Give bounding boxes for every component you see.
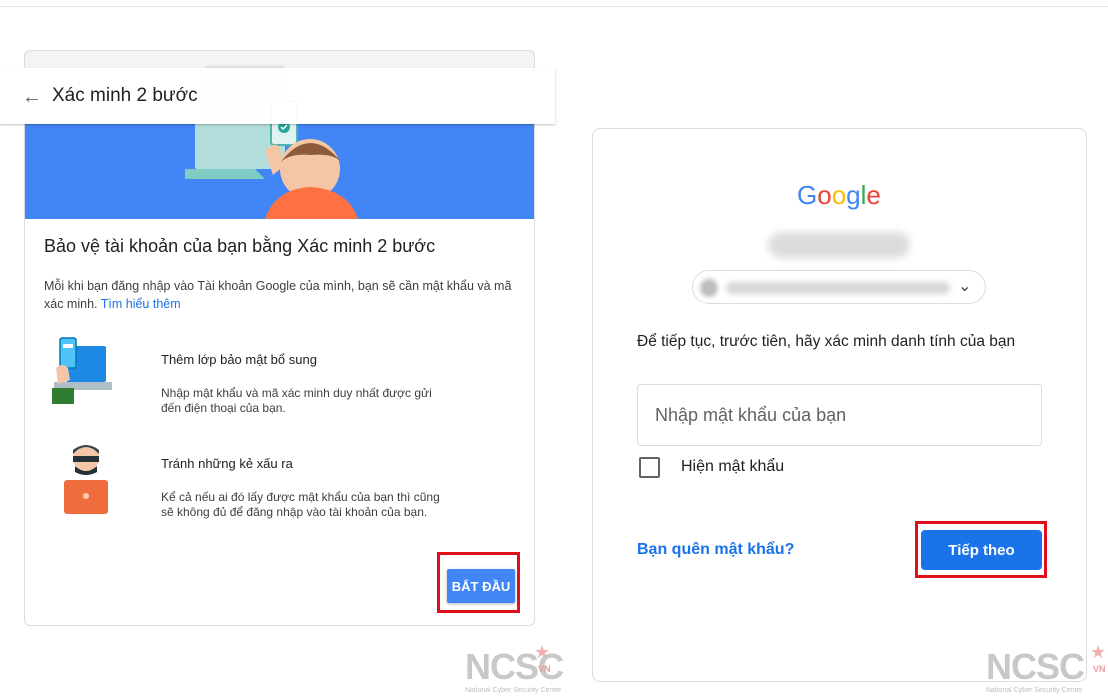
- logo-letter-g2: g: [846, 180, 861, 210]
- verify-identity-text: Để tiếp tục, trước tiên, hãy xác minh da…: [637, 333, 1016, 350]
- ncsc-brand: NCSC: [986, 646, 1085, 687]
- feature-desc-keep-bad-guys-out: Kể cả nếu ai đó lấy được mật khẩu của bạ…: [161, 490, 440, 519]
- feature-title-keep-bad-guys-out: Tránh những kẻ xấu ra: [161, 456, 293, 471]
- ncsc-subtitle: National Cyber Security Center: [986, 687, 1083, 694]
- page-title: Xác minh 2 bước: [52, 85, 198, 106]
- feature-desc-extra-security: Nhập mật khẩu và mã xác minh duy nhất đư…: [161, 386, 432, 415]
- section-heading: Bảo vệ tài khoản của bạn bằng Xác minh 2…: [44, 236, 436, 256]
- feature-title-extra-security: Thêm lớp bảo mật bổ sung: [161, 352, 317, 367]
- ncsc-subtitle: National Cyber Security Center: [465, 687, 562, 694]
- section-description: Mỗi khi bạn đăng nhập vào Tài khoản Goog…: [44, 277, 514, 313]
- phone-laptop-icon: [52, 337, 112, 404]
- learn-more-link[interactable]: Tìm hiểu thêm: [101, 297, 181, 311]
- highlight-box-next: [915, 521, 1047, 578]
- top-divider: [0, 6, 1108, 7]
- chevron-down-icon[interactable]: ⌄: [958, 276, 971, 296]
- forgot-password-link[interactable]: Bạn quên mật khẩu?: [637, 541, 794, 559]
- logo-letter-o2: o: [831, 180, 847, 210]
- logo-letter-o1: o: [817, 180, 832, 210]
- blurred-email: [726, 282, 950, 294]
- back-arrow-icon[interactable]: ←: [22, 86, 44, 108]
- ncsc-country: VN: [538, 664, 551, 674]
- hacker-icon: [64, 445, 108, 514]
- logo-letter-g: G: [797, 180, 818, 210]
- ncsc-country: VN: [1093, 664, 1106, 674]
- star-icon: ★: [534, 642, 551, 662]
- blurred-account-name: [768, 232, 910, 258]
- show-password-checkbox[interactable]: [639, 457, 660, 478]
- star-icon: ★: [1090, 642, 1107, 662]
- highlight-box-start: [437, 552, 520, 613]
- google-logo: Google: [797, 180, 881, 211]
- show-password-label[interactable]: Hiện mật khẩu: [681, 458, 784, 476]
- avatar: [700, 279, 718, 297]
- logo-letter-e: e: [866, 180, 881, 210]
- password-input[interactable]: [637, 384, 1042, 446]
